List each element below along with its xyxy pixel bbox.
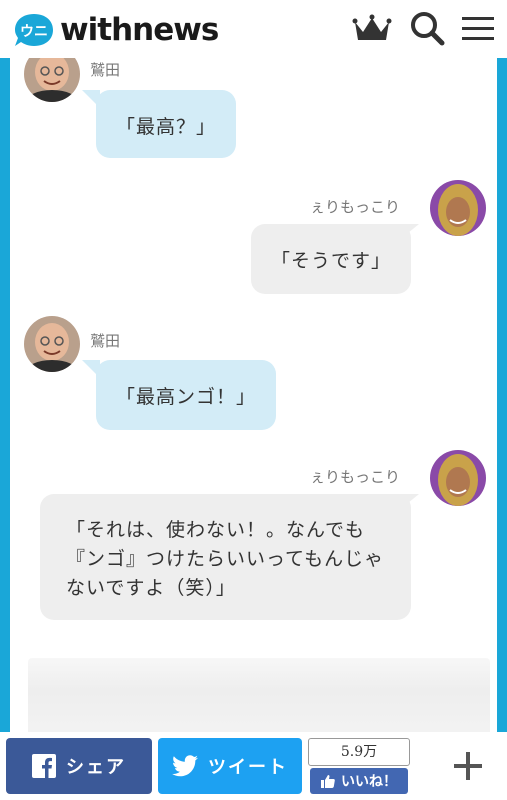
speaker-name: ぇりもっこり (310, 468, 401, 486)
thumbs-up-icon (321, 775, 335, 788)
woman-avatar-icon (430, 180, 486, 236)
crown-icon[interactable] (352, 10, 392, 48)
plus-icon[interactable] (448, 746, 488, 786)
message-line: 「それは、使わない！。なんでも (66, 519, 366, 541)
elderly-man-avatar-icon (24, 316, 80, 372)
bubble-tail (82, 360, 100, 378)
share-bar: シェア ツイート 5.9万 いいね！ (0, 732, 507, 800)
like-count: 5.9万 (308, 738, 410, 766)
twitter-bird-icon (172, 755, 198, 777)
speaker-name: 鷲田 (90, 61, 121, 79)
facebook-like-box: 5.9万 いいね！ (308, 738, 410, 794)
site-header: ウニ withnews (0, 0, 507, 58)
uni-logo-icon: ウニ (15, 14, 53, 46)
message-bubble: 「最高？」 (82, 90, 236, 158)
article-content: 鷲田 「最高？」 ぇりもっこり 「そうです」 鷲田 「最高ンゴ！」 ぇりもっこり… (10, 58, 497, 732)
logo-text: withnews (60, 12, 219, 48)
message-bubble: 「そうです」 (251, 224, 419, 294)
article-frame: 鷲田 「最高？」 ぇりもっこり 「そうです」 鷲田 「最高ンゴ！」 ぇりもっこり… (0, 58, 507, 732)
search-icon[interactable] (408, 10, 448, 48)
speaker-name: ぇりもっこり (310, 198, 401, 216)
bubble-tail (397, 224, 419, 242)
withnews-logo[interactable]: ウニ withnews (14, 12, 219, 48)
avatar-erimokkori (430, 180, 486, 236)
blurred-image (28, 658, 490, 732)
message-text: 「最高ンゴ！」 (115, 386, 256, 408)
twitter-tweet-label: ツイート (208, 757, 288, 778)
woman-avatar-icon (430, 450, 486, 506)
menu-icon[interactable] (458, 10, 498, 48)
facebook-share-label: シェア (66, 757, 126, 778)
message-text: 「そうです」 (270, 250, 391, 272)
message-line: 『ンゴ』つけたらいいってもんじゃ (66, 548, 385, 570)
facebook-icon (32, 754, 56, 778)
avatar-washida (24, 58, 80, 102)
facebook-like-button[interactable]: いいね！ (310, 768, 408, 794)
message-bubble-long: 「それは、使わない！。なんでも 『ンゴ』つけたらいいってもんじゃ ないですよ（笑… (40, 494, 419, 620)
bubble-tail (82, 90, 100, 108)
speaker-name: 鷲田 (90, 332, 121, 350)
facebook-share-button[interactable]: シェア (6, 738, 152, 794)
message-text: 「それは、使わない！。なんでも 『ンゴ』つけたらいいってもんじゃ ないですよ（笑… (66, 516, 384, 603)
like-label: いいね！ (341, 774, 397, 790)
avatar-erimokkori (430, 450, 486, 506)
message-bubble: 「最高ンゴ！」 (82, 360, 276, 430)
avatar-washida (24, 316, 80, 372)
logo-mark-text: ウニ (20, 24, 48, 40)
elderly-man-avatar-icon (24, 58, 80, 102)
message-text: 「最高？」 (115, 116, 216, 138)
bubble-tail (397, 494, 419, 512)
twitter-tweet-button[interactable]: ツイート (158, 738, 302, 794)
message-line: ないですよ（笑）」 (66, 577, 236, 599)
